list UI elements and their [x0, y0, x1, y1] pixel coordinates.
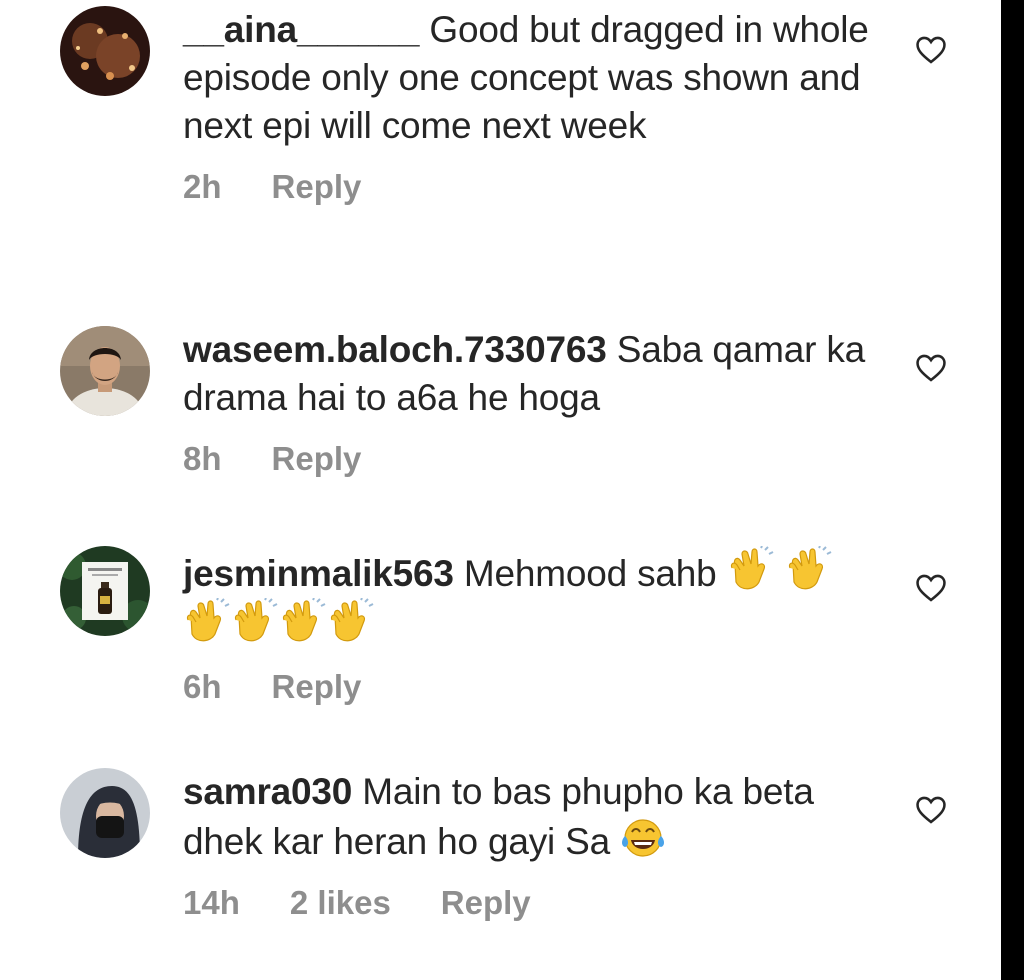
clapping-hands-icon	[234, 598, 278, 642]
avatar[interactable]	[60, 326, 150, 416]
comment-meta: 6h Reply	[183, 668, 883, 706]
comment-body: samra030 Main to bas phupho ka beta dhek…	[183, 768, 883, 922]
likes-count[interactable]: 2 likes	[290, 884, 391, 922]
comment-body: waseem.baloch.7330763 Saba qamar ka dram…	[183, 326, 883, 478]
comment-meta: 8h Reply	[183, 440, 883, 478]
comments-screen: __aina______ Good but dragged in whole e…	[0, 0, 1001, 980]
reply-button[interactable]: Reply	[272, 668, 362, 706]
reply-button[interactable]: Reply	[272, 440, 362, 478]
reply-button[interactable]: Reply	[441, 884, 531, 922]
heart-outline-icon[interactable]	[914, 351, 948, 385]
clapping-hands-icon	[730, 546, 774, 590]
comment-time: 14h	[183, 884, 240, 921]
avatar[interactable]	[60, 6, 150, 96]
tears-of-joy-icon	[622, 819, 665, 857]
clapping-hands-icon	[282, 598, 326, 642]
clapping-hands-icon	[186, 598, 230, 642]
comment-body: __aina______ Good but dragged in whole e…	[183, 6, 883, 206]
avatar[interactable]	[60, 768, 150, 858]
comment-meta: 2h Reply	[183, 168, 883, 206]
comment-text: waseem.baloch.7330763 Saba qamar ka dram…	[183, 326, 883, 422]
comment-time: 2h	[183, 168, 222, 205]
comment-username[interactable]: jesminmalik563	[183, 553, 454, 594]
reply-button[interactable]: Reply	[272, 168, 362, 206]
comment-username[interactable]: samra030	[183, 771, 352, 812]
comment-text: __aina______ Good but dragged in whole e…	[183, 6, 883, 150]
comment-meta: 14h 2 likes Reply	[183, 884, 883, 922]
comment-username[interactable]: waseem.baloch.7330763	[183, 329, 607, 370]
heart-outline-icon[interactable]	[914, 793, 948, 827]
comment-content: Mehmood sahb	[463, 553, 717, 594]
heart-outline-icon[interactable]	[914, 33, 948, 67]
comment-text: jesminmalik563 Mehmood sahb	[183, 546, 883, 650]
comment-username[interactable]: __aina______	[183, 9, 419, 50]
comment-time: 8h	[183, 440, 222, 477]
comment-body: jesminmalik563 Mehmood sahb 6h Reply	[183, 546, 883, 706]
clapping-hands-icon	[330, 598, 374, 642]
comment-time: 6h	[183, 668, 222, 705]
avatar[interactable]	[60, 546, 150, 636]
comment-text: samra030 Main to bas phupho ka beta dhek…	[183, 768, 883, 866]
clapping-hands-icon	[788, 546, 832, 590]
heart-outline-icon[interactable]	[914, 571, 948, 605]
